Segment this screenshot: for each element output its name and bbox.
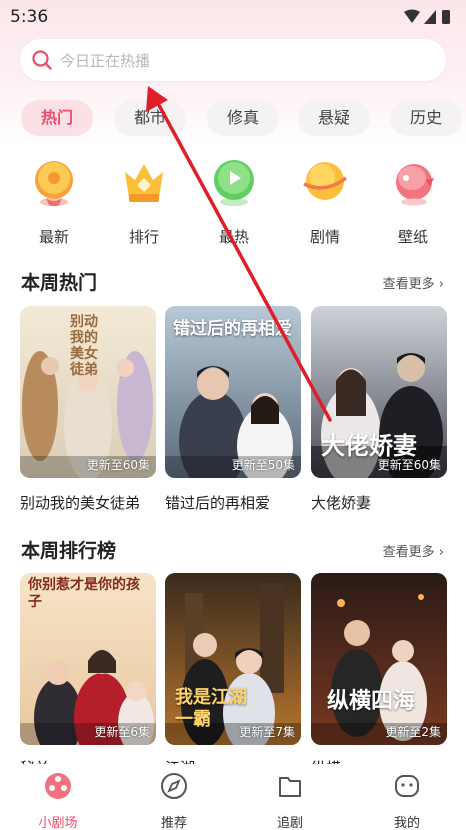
category-ranking[interactable]: 排行 <box>109 158 179 248</box>
weekly-rank-more-link[interactable]: 查看更多 › <box>383 541 444 560</box>
poster-title: 错过后的再相爱 <box>173 319 292 339</box>
poster-title: 别动我的美女徒弟 <box>70 314 98 378</box>
weekly-hot-more-link[interactable]: 查看更多 › <box>383 273 444 292</box>
episode-count: 更新至50集 <box>231 458 295 472</box>
chevron-right-icon: › <box>434 277 444 292</box>
film-reel-icon <box>45 773 71 799</box>
episode-count: 更新至60集 <box>86 458 150 472</box>
play-icon <box>214 160 254 206</box>
drama-card[interactable]: 大佬娇妻 更新至60集 <box>311 306 447 478</box>
crown-icon <box>125 164 163 202</box>
episode-count: 更新至6集 <box>94 725 150 739</box>
drama-title[interactable]: 秘关 <box>20 757 50 764</box>
donut-icon <box>35 161 73 206</box>
poster-image <box>311 573 447 745</box>
bookmark-folder-icon <box>279 777 301 797</box>
compass-icon <box>161 773 187 799</box>
poster-title: 纵横四海 <box>327 688 416 714</box>
search-icon <box>32 50 52 70</box>
status-icons <box>404 9 450 24</box>
genre-tabs: 热门 都市 修真 悬疑 历史 <box>0 100 466 136</box>
nav-theater[interactable]: 小剧场 <box>18 770 98 830</box>
more-label: 查看更多 <box>382 277 435 292</box>
category-wallpaper[interactable]: 壁纸 <box>378 158 448 248</box>
episode-count: 更新至60集 <box>377 458 441 472</box>
status-time: 5:36 <box>10 7 49 27</box>
nav-recommend[interactable]: 推荐 <box>134 770 214 830</box>
bottom-navigation: 小剧场 推荐 追剧 我的 <box>0 764 466 830</box>
planet-icon <box>303 162 348 200</box>
tab-city[interactable]: 都市 <box>114 100 186 136</box>
category-latest[interactable]: 最新 <box>19 158 89 248</box>
section-title-weekly-hot: 本周热门 <box>21 272 98 294</box>
search-placeholder: 今日正在热播 <box>60 52 151 70</box>
tab-suspense[interactable]: 悬疑 <box>298 100 370 136</box>
drama-card[interactable]: 别动我的美女徒弟 更新至60集 <box>20 306 156 478</box>
chevron-right-icon: › <box>434 545 444 560</box>
drama-title[interactable]: 大佬娇妻 <box>311 492 371 513</box>
category-label: 壁纸 <box>397 228 428 246</box>
poster-title: 你别惹才是你的孩子 <box>28 577 140 610</box>
section-title-weekly-rank: 本周排行榜 <box>21 540 117 562</box>
nav-label: 追剧 <box>276 816 303 830</box>
drama-card[interactable]: 你别惹才是你的孩子 更新至6集 <box>20 573 156 745</box>
category-label: 最热 <box>218 228 249 246</box>
drama-title[interactable]: 江湖 <box>165 757 195 764</box>
bird-icon <box>396 164 434 206</box>
status-bar: 5:36 <box>0 0 466 34</box>
face-icon <box>395 775 419 797</box>
drama-card[interactable]: 错过后的再相爱 更新至50集 <box>165 306 301 478</box>
drama-title[interactable]: 错过后的再相爱 <box>165 492 270 513</box>
signal-icon <box>424 10 436 24</box>
drama-card[interactable]: 纵横四海 更新至2集 <box>311 573 447 745</box>
category-label: 剧情 <box>309 228 340 246</box>
category-row: 最新 排行 最热 剧情 壁纸 <box>0 158 466 248</box>
search-bar[interactable]: 今日正在热播 <box>20 39 446 81</box>
nav-mine[interactable]: 我的 <box>367 770 447 830</box>
category-label: 排行 <box>128 228 159 246</box>
category-plot[interactable]: 剧情 <box>290 158 360 248</box>
nav-label: 小剧场 <box>38 816 78 830</box>
drama-title[interactable]: 别动我的美女徒弟 <box>20 492 140 513</box>
episode-count: 更新至7集 <box>239 725 295 739</box>
battery-icon <box>442 10 450 24</box>
drama-card[interactable]: 我是江湖一霸 更新至7集 <box>165 573 301 745</box>
tab-history[interactable]: 历史 <box>390 100 462 136</box>
category-label: 最新 <box>38 228 69 246</box>
nav-label: 我的 <box>393 816 420 830</box>
episode-count: 更新至2集 <box>385 725 441 739</box>
tab-xiuzhen[interactable]: 修真 <box>207 100 279 136</box>
more-label: 查看更多 <box>382 545 435 560</box>
nav-following[interactable]: 追剧 <box>250 770 330 830</box>
wifi-icon <box>404 9 420 23</box>
tab-hot[interactable]: 热门 <box>21 100 93 136</box>
nav-label: 推荐 <box>160 816 187 830</box>
category-hottest[interactable]: 最热 <box>199 158 269 248</box>
drama-title[interactable]: 纵横 <box>311 757 341 764</box>
